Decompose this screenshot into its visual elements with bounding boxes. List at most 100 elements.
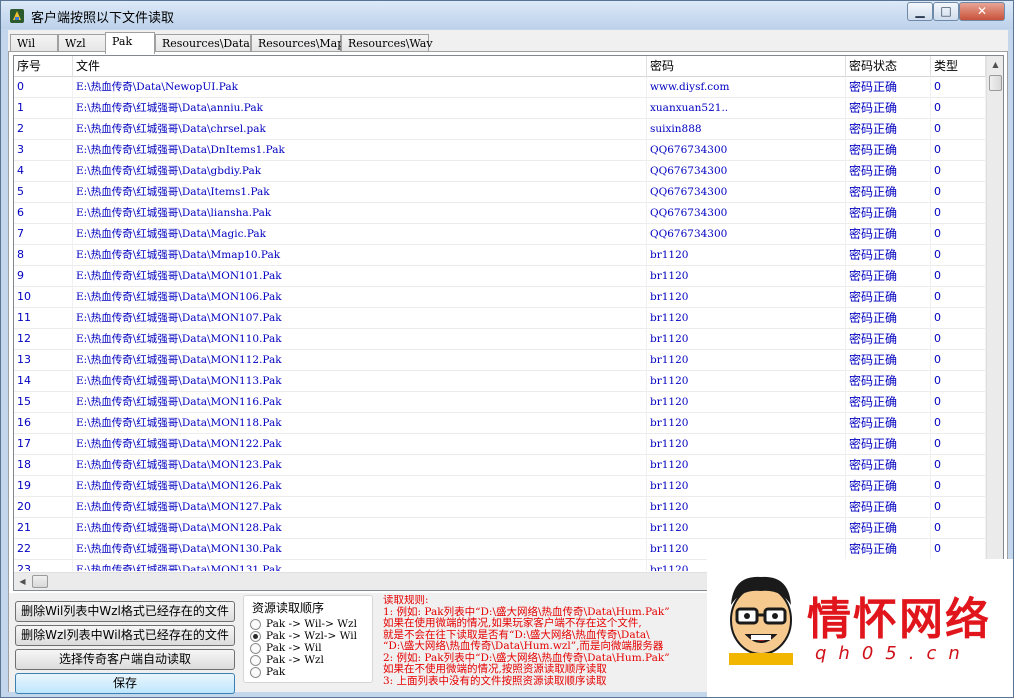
cell-index: 11 (14, 308, 73, 329)
cell-index: 8 (14, 245, 73, 266)
cell-file-path: E:\热血传奇\红城强哥\Data\DnItems1.Pak (73, 140, 647, 161)
radio-unselected-icon[interactable] (250, 667, 261, 678)
delete-wil-duplicates-button[interactable]: 删除Wil列表中Wzl格式已经存在的文件 (15, 601, 235, 622)
tab-strip: Wil Wzl Pak Resources\Data Resources\Map… (8, 32, 1008, 54)
window-title: 客户端按照以下文件读取 (31, 11, 175, 26)
cell-type: 0 (931, 77, 986, 98)
cell-type: 0 (931, 245, 986, 266)
cell-file-path: E:\热血传奇\红城强哥\Data\MON110.Pak (73, 329, 647, 350)
column-header-file[interactable]: 文件 (73, 56, 647, 77)
cell-password: br1120 (647, 245, 846, 266)
table-row[interactable]: 10 E:\热血传奇\红城强哥\Data\MON106.Pak br1120 密码正确… (14, 287, 986, 308)
table-row[interactable]: 9 E:\热血传奇\红城强哥\Data\MON101.Pak br1120 密码正确 0 (14, 266, 986, 287)
table-row[interactable]: 15 E:\热血传奇\红城强哥\Data\MON116.Pak br1120 密码正确… (14, 392, 986, 413)
table-row[interactable]: 6 E:\热血传奇\红城强哥\Data\liansha.Pak QQ67673430… (14, 203, 986, 224)
pak-file-table[interactable]: 序号 文件 密码 密码状态 类型 0 E:\热血传奇\Data\NewopUI.P… (13, 55, 1004, 591)
cell-type: 0 (931, 287, 986, 308)
close-button[interactable]: ✕ (959, 2, 1005, 21)
radio-unselected-icon[interactable] (250, 655, 261, 666)
cell-type: 0 (931, 518, 986, 539)
table-row[interactable]: 7 E:\热血传奇\红城强哥\Data\Magic.Pak QQ676734300 密… (14, 224, 986, 245)
table-row[interactable]: 12 E:\热血传奇\红城强哥\Data\MON110.Pak br1120 密码正确… (14, 329, 986, 350)
table-row[interactable]: 13 E:\热血传奇\红城强哥\Data\MON112.Pak br1120 密码正确… (14, 350, 986, 371)
cell-password-status: 密码正确 (846, 539, 931, 560)
table-row[interactable]: 11 E:\热血传奇\红城强哥\Data\MON107.Pak br1120 密码正确… (14, 308, 986, 329)
cell-file-path: E:\热血传奇\红城强哥\Data\Mmap10.Pak (73, 245, 647, 266)
cell-password: br1120 (647, 413, 846, 434)
cell-type: 0 (931, 224, 986, 245)
cell-password-status: 密码正确 (846, 119, 931, 140)
rule-line: “D:\盛大网络\热血传奇\Data\Hum.wzl”,而是向微端服务器 (383, 640, 664, 652)
cell-password-status: 密码正确 (846, 140, 931, 161)
cell-file-path: E:\热血传奇\红城强哥\Data\MON122.Pak (73, 434, 647, 455)
auto-read-client-button[interactable]: 选择传奇客户端自动读取 (15, 649, 235, 670)
cell-file-path: E:\热血传奇\红城强哥\Data\MON113.Pak (73, 371, 647, 392)
cell-index: 7 (14, 224, 73, 245)
cell-file-path: E:\热血传奇\红城强哥\Data\MON107.Pak (73, 308, 647, 329)
cell-index: 9 (14, 266, 73, 287)
cell-password: br1120 (647, 518, 846, 539)
cell-password-status: 密码正确 (846, 329, 931, 350)
cell-password-status: 密码正确 (846, 476, 931, 497)
cell-type: 0 (931, 308, 986, 329)
cell-file-path: E:\热血传奇\红城强哥\Data\MON126.Pak (73, 476, 647, 497)
watermark-url: qh05.cn (815, 643, 972, 664)
table-row[interactable]: 18 E:\热血传奇\红城强哥\Data\MON123.Pak br1120 密码正确… (14, 455, 986, 476)
cell-password: br1120 (647, 287, 846, 308)
cell-password-status: 密码正确 (846, 161, 931, 182)
column-header-type[interactable]: 类型 (931, 56, 986, 77)
cell-file-path: E:\热血传奇\红城强哥\Data\gbdiy.Pak (73, 161, 647, 182)
delete-wzl-duplicates-button[interactable]: 删除Wzl列表中Wil格式已经存在的文件 (15, 625, 235, 646)
horizontal-scroll-thumb[interactable] (32, 575, 48, 588)
tab-pak[interactable]: Pak (105, 32, 155, 54)
vertical-scroll-thumb[interactable] (989, 75, 1002, 91)
rule-line: 如果在不使用微端的情况,按照资源读取顺序读取 (383, 663, 607, 675)
column-header-password[interactable]: 密码 (647, 56, 846, 77)
table-row[interactable]: 14 E:\热血传奇\红城强哥\Data\MON113.Pak br1120 密码正确… (14, 371, 986, 392)
table-row[interactable]: 1 E:\热血传奇\红城强哥\Data\anniu.Pak xuanxuan521.… (14, 98, 986, 119)
cell-type: 0 (931, 161, 986, 182)
table-row[interactable]: 22 E:\热血传奇\红城强哥\Data\MON130.Pak br1120 密码正确… (14, 539, 986, 560)
column-header-password-status[interactable]: 密码状态 (846, 56, 931, 77)
minimize-button[interactable]: ▁ (907, 2, 933, 21)
table-row[interactable]: 20 E:\热血传奇\红城强哥\Data\MON127.Pak br1120 密码正确… (14, 497, 986, 518)
cell-password: br1120 (647, 266, 846, 287)
table-row[interactable]: 21 E:\热血传奇\红城强哥\Data\MON128.Pak br1120 密码正确… (14, 518, 986, 539)
watermark: 情怀网络 qh05.cn (707, 559, 1013, 697)
cell-password: br1120 (647, 350, 846, 371)
table-row[interactable]: 4 E:\热血传奇\红城强哥\Data\gbdiy.Pak QQ676734300 密… (14, 161, 986, 182)
cell-index: 20 (14, 497, 73, 518)
column-header-index[interactable]: 序号 (14, 56, 73, 77)
cell-type: 0 (931, 203, 986, 224)
radio-unselected-icon[interactable] (250, 619, 261, 630)
resource-order-option-label: Pak (266, 666, 286, 678)
radio-selected-icon[interactable] (250, 631, 261, 642)
scroll-left-arrow-icon[interactable]: ◀ (14, 573, 31, 590)
table-row[interactable]: 17 E:\热血传奇\红城强哥\Data\MON122.Pak br1120 密码正确… (14, 434, 986, 455)
table-row[interactable]: 0 E:\热血传奇\Data\NewopUI.Pak www.diysf.com 密码… (14, 77, 986, 98)
title-bar[interactable]: 客户端按照以下文件读取 ▁ □ ✕ (1, 1, 1013, 29)
cell-type: 0 (931, 350, 986, 371)
cell-index: 14 (14, 371, 73, 392)
table-row[interactable]: 8 E:\热血传奇\红城强哥\Data\Mmap10.Pak br1120 密码正确 0 (14, 245, 986, 266)
cell-file-path: E:\热血传奇\红城强哥\Data\MON106.Pak (73, 287, 647, 308)
maximize-button[interactable]: □ (933, 2, 959, 21)
table-row[interactable]: 16 E:\热血传奇\红城强哥\Data\MON118.Pak br1120 密码正确… (14, 413, 986, 434)
cell-password: suixin888 (647, 119, 846, 140)
table-row[interactable]: 2 E:\热血传奇\红城强哥\Data\chrsel.pak suixin888 密码… (14, 119, 986, 140)
table-row[interactable]: 3 E:\热血传奇\红城强哥\Data\DnItems1.Pak QQ6767343… (14, 140, 986, 161)
cell-index: 15 (14, 392, 73, 413)
cell-file-path: E:\热血传奇\红城强哥\Data\MON116.Pak (73, 392, 647, 413)
table-row[interactable]: 5 E:\热血传奇\红城强哥\Data\Items1.Pak QQ676734300… (14, 182, 986, 203)
cell-index: 12 (14, 329, 73, 350)
radio-unselected-icon[interactable] (250, 643, 261, 654)
scroll-up-arrow-icon[interactable]: ▲ (987, 56, 1003, 73)
cell-password-status: 密码正确 (846, 287, 931, 308)
cell-password: www.diysf.com (647, 77, 846, 98)
save-button[interactable]: 保存 (15, 673, 235, 694)
table-row[interactable]: 19 E:\热血传奇\红城强哥\Data\MON126.Pak br1120 密码正确… (14, 476, 986, 497)
cell-password-status: 密码正确 (846, 224, 931, 245)
vertical-scrollbar[interactable]: ▲ ▼ (986, 56, 1003, 572)
cell-index: 3 (14, 140, 73, 161)
cell-password-status: 密码正确 (846, 518, 931, 539)
